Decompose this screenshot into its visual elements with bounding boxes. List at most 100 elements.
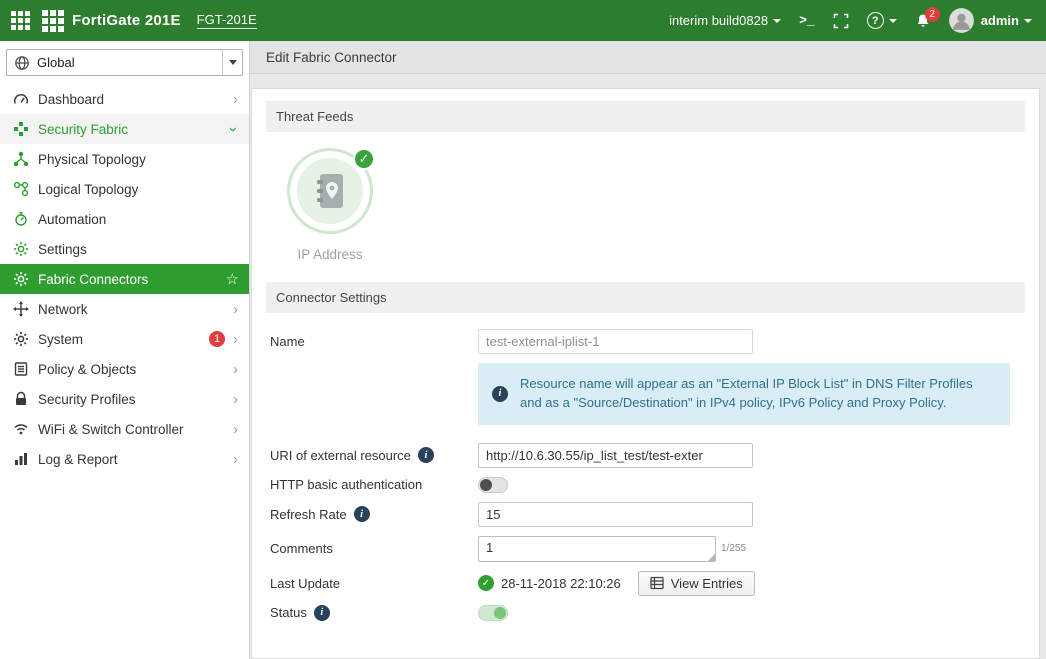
success-check-icon: ✓: [478, 575, 494, 591]
sidebar-item-wifi-switch[interactable]: WiFi & Switch Controller ›: [0, 414, 249, 444]
build-dropdown[interactable]: interim build0828: [669, 13, 781, 28]
sidebar-item-logical-topology[interactable]: Logical Topology: [0, 174, 249, 204]
threat-feeds-section-header: Threat Feeds: [266, 101, 1025, 132]
content-scroll: Threat Feeds: [250, 74, 1046, 659]
security-fabric-icon: [13, 121, 29, 137]
avatar: [949, 8, 974, 33]
sidebar-item-physical-topology[interactable]: Physical Topology: [0, 144, 249, 174]
vdom-scope-select[interactable]: Global: [6, 49, 243, 76]
app-window: FortiGate 201E FGT-201E interim build082…: [0, 0, 1046, 659]
last-update-value: 28-11-2018 22:10:26: [501, 576, 621, 591]
connector-settings-section-header: Connector Settings: [266, 282, 1025, 313]
resize-grip[interactable]: [708, 554, 715, 561]
enabled-check-icon: ✓: [353, 148, 375, 170]
chevron-right-icon: ›: [233, 92, 241, 107]
sidebar-item-automation[interactable]: Automation: [0, 204, 249, 234]
sidebar-item-system[interactable]: System 1 ›: [0, 324, 249, 354]
network-icon: [13, 301, 29, 317]
chevron-right-icon: ›: [233, 422, 241, 437]
page-title: Edit Fabric Connector: [250, 41, 1046, 74]
http-auth-label: HTTP basic authentication: [270, 477, 478, 492]
nav-collapse-icon[interactable]: [0, 0, 40, 41]
comments-row: Comments 1 1/255: [270, 536, 1025, 562]
resource-name-info-box: i Resource name will appear as an "Exter…: [478, 363, 1010, 425]
system-gear-icon: [13, 331, 29, 347]
chevron-right-icon: ›: [233, 452, 241, 467]
info-icon: i: [314, 605, 330, 621]
hostname-link[interactable]: FGT-201E: [197, 12, 257, 29]
fortinet-logo-icon: [42, 10, 64, 32]
last-update-row: Last Update ✓ 28-11-2018 22:10:26 View E…: [270, 571, 1025, 596]
sidebar-nav: Dashboard › Security Fabric › Physical T…: [0, 84, 249, 474]
help-dropdown[interactable]: ?: [867, 12, 897, 29]
cli-console-icon[interactable]: >_: [799, 13, 815, 28]
status-label: Status i: [270, 605, 478, 621]
lock-icon: [13, 391, 29, 407]
chevron-right-icon: ›: [233, 392, 241, 407]
bar-chart-icon: [13, 451, 29, 467]
ip-address-feed-card[interactable]: ✓ IP Address: [282, 148, 378, 262]
http-auth-row: HTTP basic authentication: [270, 477, 1025, 493]
favorite-star-icon[interactable]: ☆: [226, 270, 241, 288]
device-brand: FortiGate 201E: [72, 12, 181, 29]
chevron-down-icon: [773, 19, 781, 23]
view-entries-button[interactable]: View Entries: [638, 571, 755, 596]
http-auth-toggle[interactable]: [478, 477, 508, 493]
feed-card-label: IP Address: [282, 247, 378, 262]
scope-value: Global: [37, 55, 222, 70]
threat-feeds-area: ✓ IP Address: [266, 132, 1025, 282]
uri-label: URI of external resource i: [270, 447, 478, 463]
sidebar-item-log-report[interactable]: Log & Report ›: [0, 444, 249, 474]
wifi-icon: [13, 421, 29, 437]
chevron-right-icon: ›: [233, 362, 241, 377]
automation-icon: [13, 211, 29, 227]
connector-settings-form: Name i Resource name will appear as an "…: [266, 313, 1025, 640]
status-row: Status i: [270, 605, 1025, 621]
build-label: interim build0828: [669, 13, 768, 28]
admin-label: admin: [981, 13, 1019, 28]
sidebar-item-security-profiles[interactable]: Security Profiles ›: [0, 384, 249, 414]
status-toggle[interactable]: [478, 605, 508, 621]
chevron-right-icon: ›: [233, 302, 241, 317]
physical-topology-icon: [13, 151, 29, 167]
list-icon: [650, 576, 664, 590]
name-row: Name: [270, 329, 1025, 354]
globe-icon: [14, 55, 30, 71]
topbar-right: interim build0828 >_ ? 2 admin: [669, 8, 1032, 33]
sidebar: Global Dashboard › Security Fabric › Phy…: [0, 41, 250, 659]
address-book-icon: [313, 172, 347, 210]
fullscreen-icon[interactable]: [833, 13, 849, 29]
policy-objects-icon: [13, 361, 29, 377]
sidebar-item-security-fabric[interactable]: Security Fabric ›: [0, 114, 249, 144]
sidebar-item-fabric-connectors[interactable]: Fabric Connectors ☆: [0, 264, 249, 294]
admin-menu[interactable]: admin: [949, 8, 1032, 33]
sidebar-item-policy-objects[interactable]: Policy & Objects ›: [0, 354, 249, 384]
settings-gear-icon: [13, 241, 29, 257]
fabric-connectors-icon: [13, 271, 29, 287]
notification-badge: 2: [925, 7, 940, 22]
topbar: FortiGate 201E FGT-201E interim build082…: [0, 0, 1046, 41]
sidebar-item-settings[interactable]: Settings: [0, 234, 249, 264]
refresh-rate-row: Refresh Rate i: [270, 502, 1025, 527]
grid-icon: [11, 11, 30, 30]
sidebar-item-dashboard[interactable]: Dashboard ›: [0, 84, 249, 114]
chevron-down-icon: ›: [226, 127, 241, 132]
last-update-label: Last Update: [270, 576, 478, 591]
refresh-rate-label: Refresh Rate i: [270, 506, 478, 522]
info-icon: i: [492, 386, 508, 402]
dashboard-icon: [13, 91, 29, 107]
uri-row: URI of external resource i: [270, 443, 1025, 468]
uri-input[interactable]: [478, 443, 753, 468]
info-message: Resource name will appear as an "Externa…: [520, 375, 996, 413]
sidebar-item-network[interactable]: Network ›: [0, 294, 249, 324]
topbar-left: FortiGate 201E FGT-201E: [0, 0, 257, 41]
main-content: Edit Fabric Connector Threat Feeds: [250, 41, 1046, 659]
comments-label: Comments: [270, 541, 478, 556]
logical-topology-icon: [13, 181, 29, 197]
refresh-rate-input[interactable]: [478, 502, 753, 527]
notifications-button[interactable]: 2: [915, 13, 931, 29]
comments-textarea[interactable]: 1: [478, 536, 716, 562]
chevron-right-icon: ›: [233, 332, 241, 347]
select-caret: [222, 50, 242, 75]
system-alert-badge: 1: [209, 331, 225, 347]
